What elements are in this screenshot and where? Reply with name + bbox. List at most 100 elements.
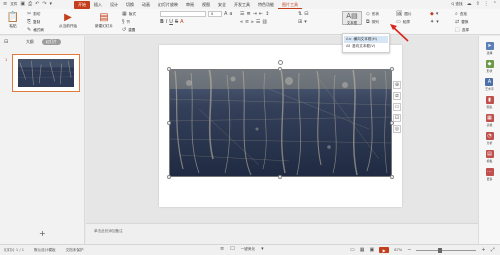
- zoom-slider[interactable]: [416, 247, 477, 253]
- chevron-down-icon[interactable]: ▾: [261, 247, 264, 252]
- undo-icon[interactable]: ↶: [35, 2, 39, 7]
- tab-10[interactable]: 特色功能: [254, 1, 278, 9]
- tab-9[interactable]: 开发工具: [230, 1, 254, 9]
- tab-2[interactable]: 设计: [106, 1, 122, 9]
- bold-icon[interactable]: B: [160, 19, 164, 25]
- notes-toggle-icon[interactable]: ≡: [220, 247, 224, 252]
- layout-button[interactable]: 版式: [129, 12, 136, 17]
- comment-icon[interactable]: ☐: [230, 247, 234, 252]
- tab-8[interactable]: 安全: [214, 1, 230, 9]
- from-current-button[interactable]: ▶ 从当前开始: [54, 11, 82, 29]
- section-button[interactable]: 节: [127, 20, 131, 25]
- indent-icon[interactable]: ⇥: [253, 11, 257, 17]
- convert-smartart-icon[interactable]: ⊞: [298, 19, 302, 25]
- redo-icon[interactable]: ↷: [42, 2, 46, 7]
- tab-0[interactable]: 开始: [74, 0, 90, 9]
- cut-button[interactable]: 剪切: [33, 12, 40, 17]
- rotate-handle[interactable]: [278, 60, 283, 65]
- right-pane-item-3[interactable]: ▮ 图表: [485, 96, 494, 109]
- grunge-texture-picture[interactable]: [169, 69, 392, 177]
- edit-picture-icon[interactable]: ⊡: [393, 114, 401, 122]
- cloud-icon[interactable]: ☁: [467, 2, 472, 7]
- reading-view-icon[interactable]: ▣: [369, 247, 374, 253]
- align-text-icon[interactable]: ⊟: [304, 11, 308, 17]
- doc-protection[interactable]: 文档未保护: [66, 248, 84, 253]
- font-shrink-icon[interactable]: a: [229, 11, 232, 17]
- picture-button[interactable]: 图片: [404, 12, 411, 17]
- more-icon[interactable]: ⋮: [484, 2, 489, 7]
- right-pane-item-6[interactable]: ▤ 模板: [485, 150, 494, 163]
- align-right-icon[interactable]: ⫸: [251, 19, 254, 25]
- align-left-icon[interactable]: ⫷: [240, 19, 243, 25]
- chevron-down-icon[interactable]: ▾: [50, 2, 53, 7]
- tab-5[interactable]: 幻灯片放映: [154, 1, 182, 9]
- resize-handle-left[interactable]: [167, 121, 171, 125]
- tab-slides[interactable]: 幻灯片: [41, 39, 61, 45]
- right-pane-item-1[interactable]: ◆ 形状: [485, 60, 494, 73]
- tab-4[interactable]: 动画: [138, 1, 154, 9]
- resize-handle-top-right[interactable]: [390, 67, 394, 71]
- new-slide-button[interactable]: ▤ 新建幻灯片: [90, 11, 118, 29]
- outline-pen-icon[interactable]: ◎: [393, 125, 401, 133]
- notes-pane[interactable]: 单击此处添加备注: [86, 223, 478, 244]
- tab-3[interactable]: 切换: [122, 1, 138, 9]
- paste-button[interactable]: 📋 粘贴: [2, 11, 24, 29]
- theme-name[interactable]: 默认设计模板: [34, 248, 56, 253]
- copy-button[interactable]: 复制: [33, 20, 40, 25]
- font-name-select[interactable]: [160, 11, 206, 17]
- right-pane-item-5[interactable]: ◔ 分析: [485, 132, 494, 145]
- layers-icon[interactable]: ▭: [393, 103, 401, 111]
- line-spacing-icon[interactable]: ↕: [265, 11, 269, 17]
- share-icon[interactable]: ⇪: [476, 2, 480, 7]
- fit-window-icon[interactable]: ⤢: [491, 247, 495, 253]
- slideshow-button[interactable]: ▶: [379, 247, 390, 253]
- font-grow-icon[interactable]: A: [224, 11, 227, 17]
- add-slide-button[interactable]: +: [39, 229, 46, 238]
- grid-view-icon[interactable]: ▦: [360, 247, 365, 253]
- columns-icon[interactable]: ▥: [262, 19, 267, 25]
- resize-handle-bottom-right[interactable]: [390, 175, 394, 179]
- effects-icon[interactable]: ✦: [430, 19, 434, 25]
- strikethrough-icon[interactable]: S: [175, 19, 178, 25]
- minimize-ribbon-icon[interactable]: ⌃: [493, 2, 497, 7]
- resize-handle-top[interactable]: [278, 67, 282, 71]
- chevron-down-icon[interactable]: ▾: [304, 19, 307, 25]
- font-size-select[interactable]: 0: [208, 11, 222, 17]
- slide-thumbnail[interactable]: [12, 54, 80, 92]
- resize-handle-top-left[interactable]: [167, 67, 171, 71]
- resize-handle-bottom[interactable]: [278, 175, 282, 179]
- zoom-level[interactable]: 87%: [394, 248, 402, 252]
- right-pane-item-2[interactable]: A 艺术字: [485, 78, 494, 91]
- number-list-icon[interactable]: ≣: [246, 11, 250, 17]
- slide[interactable]: [159, 45, 402, 207]
- chevron-down-icon[interactable]: ▾: [436, 19, 439, 25]
- bullet-list-icon[interactable]: ☰: [240, 11, 244, 17]
- fill-icon[interactable]: ◆: [430, 11, 434, 17]
- outdent-icon[interactable]: ⇤: [259, 11, 263, 17]
- font-color-icon[interactable]: A: [180, 19, 183, 25]
- text-direction-icon[interactable]: ⇅: [298, 11, 302, 17]
- italic-icon[interactable]: I: [166, 19, 167, 25]
- arrange-button[interactable]: 排列: [372, 20, 379, 25]
- tab-7[interactable]: 视图: [198, 1, 214, 9]
- replace-button[interactable]: 替换: [461, 20, 468, 25]
- find-button[interactable]: 查找: [460, 12, 467, 17]
- reset-button[interactable]: 重置: [128, 28, 135, 33]
- zoom-slider-knob[interactable]: [438, 247, 443, 253]
- tab-6[interactable]: 审阅: [182, 1, 198, 9]
- horizontal-textbox-item[interactable]: A≡ 横向文本框(H): [344, 36, 388, 43]
- file-menu[interactable]: 文件: [10, 2, 17, 7]
- chevron-down-icon[interactable]: ▾: [436, 11, 439, 17]
- justify-icon[interactable]: ☰: [256, 19, 260, 25]
- tab-11[interactable]: 图片工具: [278, 1, 302, 9]
- format-painter-button[interactable]: 格式刷: [33, 28, 44, 33]
- collapse-panel-icon[interactable]: ⊟: [4, 40, 8, 45]
- save-icon[interactable]: ▣: [20, 2, 25, 7]
- right-pane-item-0[interactable]: ➤ 选择: [485, 42, 494, 55]
- vertical-textbox-item[interactable]: A⦀ 竖向文本框(V): [344, 43, 388, 50]
- print-icon[interactable]: ⎙: [28, 2, 32, 7]
- hamburger-icon[interactable]: ≡: [3, 2, 7, 7]
- tab-outline[interactable]: 大纲: [22, 39, 38, 45]
- zoom-icon[interactable]: ⊕: [393, 81, 401, 89]
- underline-icon[interactable]: U: [169, 19, 173, 25]
